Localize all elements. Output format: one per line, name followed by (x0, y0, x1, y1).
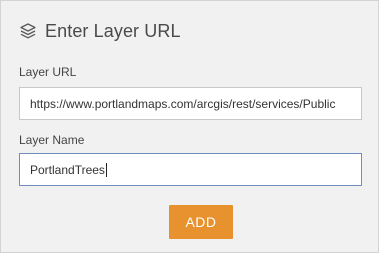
layer-name-label: Layer Name (19, 133, 85, 147)
panel-title: Enter Layer URL (45, 20, 181, 41)
layer-url-label: Layer URL (19, 65, 77, 79)
layer-url-input[interactable]: https://www.portlandmaps.com/arcgis/rest… (19, 87, 362, 120)
layer-name-input[interactable]: PortlandTrees (19, 153, 362, 186)
panel-header: Enter Layer URL (19, 19, 181, 43)
layer-name-value: PortlandTrees (30, 162, 105, 177)
add-button[interactable]: ADD (169, 205, 233, 239)
text-cursor (105, 162, 107, 177)
layers-icon (19, 22, 37, 40)
layer-url-value: https://www.portlandmaps.com/arcgis/rest… (30, 96, 336, 111)
enter-layer-url-panel: Enter Layer URL Layer URL https://www.po… (0, 0, 379, 253)
